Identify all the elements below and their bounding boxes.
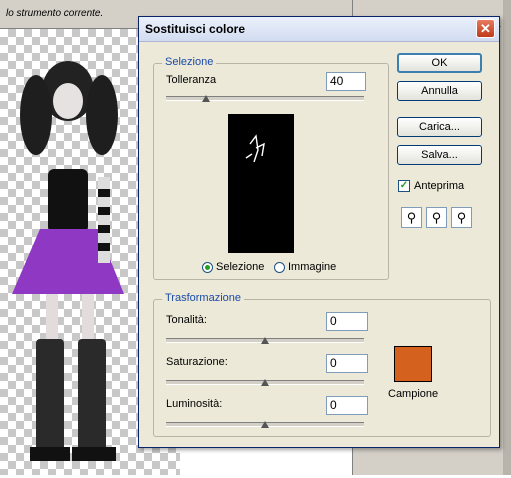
saturazione-value: 0 [330,356,337,370]
eyedropper-minus-icon[interactable]: ⚲ [451,207,472,228]
luminosita-field[interactable]: 0 [326,396,368,415]
dialog-titlebar[interactable]: Sostituisci colore ✕ [139,17,499,42]
luminosita-slider-thumb[interactable] [261,421,269,428]
tonalita-value: 0 [330,314,337,328]
close-button[interactable]: ✕ [476,19,495,38]
tolleranza-label: Tolleranza [166,74,217,86]
selezione-group: Selezione Tolleranza 40 Selezione Immagi… [153,56,389,280]
status-hint: lo strumento corrente. [6,8,104,19]
tonalita-slider-thumb[interactable] [261,337,269,344]
saturazione-field[interactable]: 0 [326,354,368,373]
radio-selezione-label: Selezione [216,261,265,273]
trasformazione-group: Trasformazione Tonalità: 0 Saturazione: … [153,292,491,437]
luminosita-label: Luminosità: [166,398,223,410]
checkmark-icon: ✓ [399,180,409,191]
campione-swatch[interactable] [394,346,432,382]
tolleranza-slider-track[interactable] [166,96,364,101]
selection-mask [245,134,265,163]
tolleranza-field[interactable]: 40 [326,72,366,91]
eyedropper-icon[interactable]: ⚲ [401,207,422,228]
salva-button[interactable]: Salva... [397,145,482,165]
tolleranza-value: 40 [330,74,344,88]
selezione-legend: Selezione [162,56,217,68]
tolleranza-slider-thumb[interactable] [201,95,210,102]
panel-scrollbar[interactable] [503,0,511,475]
saturazione-label: Saturazione: [166,356,228,368]
tonalita-field[interactable]: 0 [326,312,368,331]
luminosita-value: 0 [330,398,337,412]
ok-button[interactable]: OK [397,53,482,73]
radio-immagine[interactable] [274,262,285,273]
selection-preview[interactable] [228,114,294,253]
radio-selezione[interactable] [202,262,213,273]
replace-color-dialog: Sostituisci colore ✕ Selezione Tolleranz… [138,16,500,448]
annulla-button[interactable]: Annulla [397,81,482,101]
anteprima-label: Anteprima [414,180,465,192]
carica-button[interactable]: Carica... [397,117,482,137]
trasformazione-legend: Trasformazione [162,292,245,304]
tonalita-label: Tonalità: [166,314,207,326]
close-icon: ✕ [480,21,491,36]
anteprima-checkbox[interactable]: ✓ [398,180,410,192]
eyedropper-plus-icon[interactable]: ⚲ [426,207,447,228]
radio-immagine-label: Immagine [288,261,337,273]
campione-label: Campione [388,388,439,400]
dialog-title: Sostituisci colore [145,22,246,36]
saturazione-slider-thumb[interactable] [261,379,269,386]
